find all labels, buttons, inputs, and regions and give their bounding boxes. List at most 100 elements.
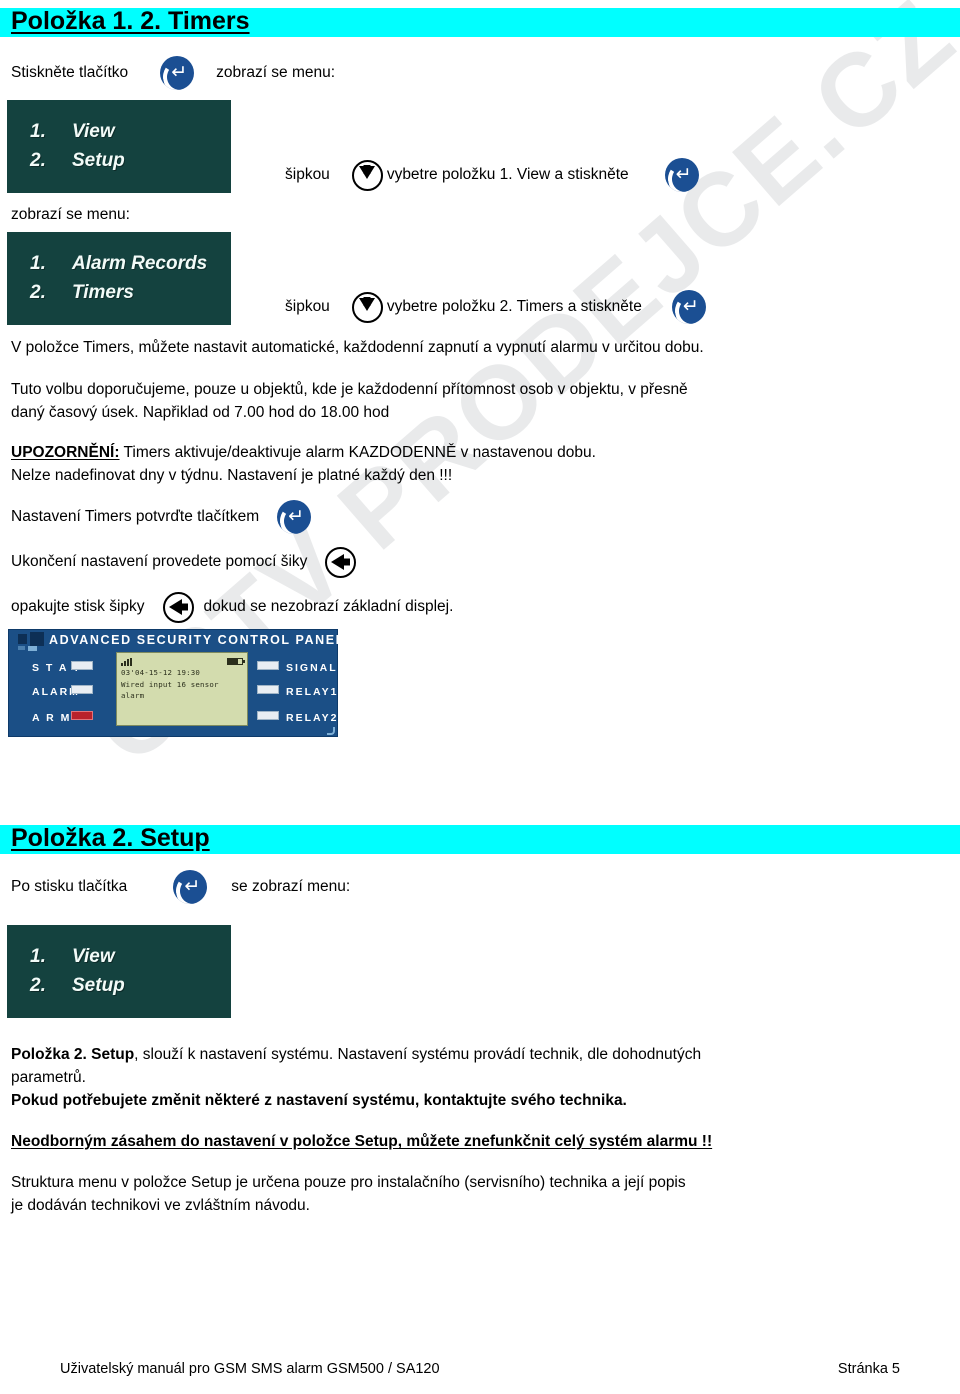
panel-label-signal: SIGNAL bbox=[286, 662, 338, 674]
enter-button-icon[interactable]: ↵ bbox=[671, 290, 706, 324]
press-enter-label-before: Stiskněte tlačítko bbox=[11, 64, 129, 81]
lcd-row-label: Setup bbox=[72, 150, 125, 171]
press-enter-instruction-1: Stiskněte tlačítko ↵ zobrazí se menu: bbox=[0, 53, 960, 93]
warning-text-1: Timers aktivuje/deaktivuje alarm KAZDODE… bbox=[123, 444, 596, 461]
document-page: Položka 1. 2. Timers Stiskněte tlačítko … bbox=[0, 7, 960, 1394]
enter-glyph: ↵ bbox=[171, 61, 188, 83]
panel-logo-block bbox=[28, 646, 37, 651]
exit-setup-label: Ukončení nastavení provedete pomocí šiky bbox=[11, 553, 308, 570]
panel-logo-block bbox=[30, 632, 44, 646]
setup-final-line-2: je dodáván technikovi ve zvláštním návod… bbox=[11, 1197, 310, 1214]
lcd-row: 1. View bbox=[30, 942, 230, 971]
enter-button-icon[interactable]: ↵ bbox=[173, 870, 208, 904]
lcd-row: 2. Setup bbox=[30, 971, 230, 1000]
panel-led-arm bbox=[71, 711, 93, 720]
arrow-left-button-icon[interactable] bbox=[162, 591, 194, 623]
panel-led-signal bbox=[257, 661, 279, 670]
press-enter-2-label-before: Po stisku tlačítka bbox=[11, 878, 128, 895]
footer-page-number: Stránka 5 bbox=[837, 1361, 900, 1377]
panel-logo-block bbox=[18, 634, 27, 644]
enter-button-icon[interactable]: ↵ bbox=[160, 56, 195, 90]
battery-icon bbox=[227, 658, 245, 665]
setup-danger-warning: Neodborným zásahem do nastavení v položc… bbox=[0, 1130, 960, 1153]
enter-glyph: ↵ bbox=[288, 505, 305, 527]
panel-lcd-line-3: alarm bbox=[121, 691, 145, 701]
arrow-down-button-icon[interactable] bbox=[351, 159, 383, 191]
lcd-row-number: 1. bbox=[30, 946, 46, 967]
setup-paragraph-line-1: Položka 2. Setup, slouží k nastavení sys… bbox=[0, 1043, 960, 1066]
panel-led-alarm bbox=[71, 685, 93, 694]
lcd-row: 2. Setup bbox=[30, 146, 230, 175]
lcd-row-label: View bbox=[72, 121, 115, 142]
panel-led-stay bbox=[71, 661, 93, 670]
signal-bars-icon bbox=[121, 657, 132, 666]
enter-glyph: ↵ bbox=[682, 295, 699, 317]
lcd-row-label: View bbox=[72, 946, 115, 967]
lcd-row-number: 1. bbox=[30, 121, 46, 142]
warning-label: UPOZORNĚNÍ: bbox=[11, 444, 120, 461]
select-view-label-middle: vybetre položku 1. View a stiskněte bbox=[386, 166, 629, 183]
lcd-row-label: Timers bbox=[72, 282, 134, 303]
press-enter-instruction-2: Po stisku tlačítka ↵ se zobrazí menu: bbox=[0, 866, 960, 908]
setup-danger-warning-text: Neodborným zásahem do nastavení v položc… bbox=[11, 1133, 713, 1150]
panel-lcd-line-1: 03'04-15-12 19:30 bbox=[121, 668, 201, 677]
section-heading-setup: Položka 2. Setup bbox=[0, 824, 960, 854]
panel-led-relay2 bbox=[257, 711, 279, 720]
confirm-timers-instruction: Nastavení Timers potvrďte tlačítkem ↵ bbox=[0, 497, 960, 537]
press-enter-label-after: zobrazí se menu: bbox=[216, 64, 336, 81]
lcd-row-label: Alarm Records bbox=[72, 253, 208, 274]
repeat-back-label-before: opakujte stisk šipky bbox=[11, 598, 145, 615]
setup-paragraph-line-2: parametrů. bbox=[11, 1069, 86, 1086]
setup-contact-technician-line: Pokud potřebujete změnit některé z nasta… bbox=[11, 1092, 627, 1109]
enter-button-icon[interactable]: ↵ bbox=[664, 158, 699, 192]
panel-label-relay2: RELAY2 bbox=[286, 712, 339, 724]
lcd-row: 1. Alarm Records bbox=[30, 249, 230, 278]
timers-paragraph-2-line-1: Tuto volbu doporučujeme, pouze u objektů… bbox=[11, 381, 688, 398]
setup-final-line-1: Struktura menu v položce Setup je určena… bbox=[11, 1174, 686, 1191]
confirm-timers-label: Nastavení Timers potvrďte tlačítkem bbox=[11, 508, 260, 525]
control-panel-image: ADVANCED SECURITY CONTROL PANEL S T A Y … bbox=[8, 629, 343, 737]
enter-glyph: ↵ bbox=[184, 875, 201, 897]
lcd-menu-view-setup-2: 1. View 2. Setup bbox=[8, 926, 230, 1017]
setup-paragraph-rest-1: , slouží k nastavení systému. Nastavení … bbox=[134, 1046, 702, 1063]
repeat-back-label-after: dokud se nezobrazí základní displej. bbox=[203, 598, 454, 615]
timers-warning-line-2: Nelze nadefinovat dny v týdnu. Nastavení… bbox=[11, 467, 453, 484]
lcd-menu-view-setup-1: 1. View 2. Setup bbox=[8, 101, 230, 192]
lcd-row-number: 1. bbox=[30, 253, 46, 274]
arrow-left-button-icon[interactable] bbox=[325, 546, 357, 578]
lcd-row: 1. View bbox=[30, 117, 230, 146]
panel-logo-block bbox=[18, 646, 25, 650]
panel-lcd-screen: 03'04-15-12 19:30 Wired input 16 sensor … bbox=[116, 652, 248, 726]
lcd-row-number: 2. bbox=[30, 975, 46, 996]
repeat-back-instruction: opakujte stisk šipky dokud se nezobrazí … bbox=[0, 589, 960, 625]
panel-corner-decoration bbox=[327, 727, 335, 735]
shown-menu-label: zobrazí se menu: bbox=[11, 206, 130, 223]
lcd-row-number: 2. bbox=[30, 282, 46, 303]
timers-paragraph-1: V položce Timers, můžete nastavit automa… bbox=[11, 339, 704, 356]
select-timers-instruction: šipkou vybetre položku 2. Timers a stisk… bbox=[274, 290, 706, 324]
section-heading-timers: Položka 1. 2. Timers bbox=[0, 7, 960, 37]
lcd-row-number: 2. bbox=[30, 150, 46, 171]
timers-warning-line-1: UPOZORNĚNÍ: Timers aktivuje/deaktivuje a… bbox=[0, 441, 960, 464]
section-heading-timers-text: Položka 1. 2. Timers bbox=[11, 7, 250, 35]
enter-glyph: ↵ bbox=[675, 163, 692, 185]
exit-setup-instruction: Ukončení nastavení provedete pomocí šiky bbox=[0, 543, 960, 581]
panel-lcd-statusbar bbox=[121, 656, 245, 667]
footer-manual-title: Uživatelský manuál pro GSM SMS alarm GSM… bbox=[60, 1361, 440, 1377]
press-enter-2-label-after: se zobrazí menu: bbox=[231, 878, 351, 895]
lcd-row: 2. Timers bbox=[30, 278, 230, 307]
panel-label-relay1: RELAY1 bbox=[286, 686, 339, 698]
enter-button-icon[interactable]: ↵ bbox=[277, 500, 312, 534]
page-footer: Uživatelský manuál pro GSM SMS alarm GSM… bbox=[0, 1361, 960, 1377]
arrow-down-button-icon[interactable] bbox=[351, 291, 383, 323]
panel-led-relay1 bbox=[257, 685, 279, 694]
select-timers-label-middle: vybetre položku 2. Timers a stiskněte bbox=[386, 298, 642, 315]
lcd-menu-alarm-timers: 1. Alarm Records 2. Timers bbox=[8, 233, 230, 324]
select-view-label-before: šipkou bbox=[285, 166, 330, 183]
lcd-row-label: Setup bbox=[72, 975, 125, 996]
control-panel-title: ADVANCED SECURITY CONTROL PANEL bbox=[49, 633, 345, 647]
select-timers-label-before: šipkou bbox=[285, 298, 330, 315]
setup-paragraph-bold-lead: Položka 2. Setup bbox=[11, 1046, 135, 1063]
section-heading-setup-text: Položka 2. Setup bbox=[11, 824, 210, 852]
panel-label-arm: A R M bbox=[32, 712, 72, 724]
